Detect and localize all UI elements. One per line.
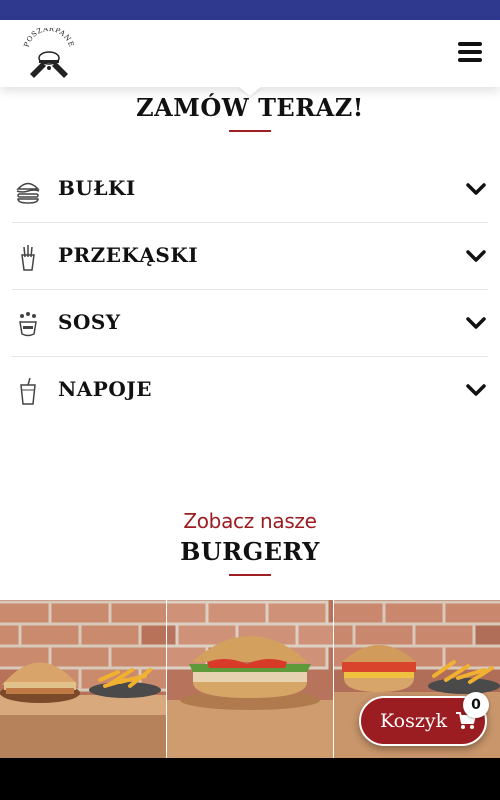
burgers-intro: Zobacz nasze xyxy=(183,509,317,533)
category-list: BUŁKI PRZEKĄSKI SOSY NAPOJE xyxy=(12,156,488,424)
category-row-przekaski[interactable]: PRZEKĄSKI xyxy=(12,223,488,290)
sauce-icon xyxy=(19,312,37,337)
category-label: BUŁKI xyxy=(58,176,136,200)
chevron-down-icon[interactable] xyxy=(466,182,486,196)
navigation-bar xyxy=(0,758,500,800)
fries-icon xyxy=(21,245,35,271)
header-notch xyxy=(238,86,262,96)
burgers-title: BURGERY xyxy=(180,537,320,566)
category-row-napoje[interactable]: NAPOJE xyxy=(12,357,488,424)
category-row-bulki[interactable]: BUŁKI xyxy=(12,156,488,223)
svg-text:POSZARPANE: POSZARPANE xyxy=(23,28,76,48)
burger-photo-image xyxy=(167,600,333,758)
cart-count-badge: 0 xyxy=(463,692,489,718)
category-label: NAPOJE xyxy=(58,377,152,401)
burger-photo-image xyxy=(0,600,166,758)
category-row-sosy[interactable]: SOSY xyxy=(12,290,488,357)
burger-photo[interactable] xyxy=(0,600,166,758)
chevron-down-icon[interactable] xyxy=(466,249,486,263)
site-header: POSZARPANE xyxy=(0,20,500,87)
title-underline xyxy=(229,130,271,132)
drink-cup-icon xyxy=(20,377,36,405)
status-bar xyxy=(0,0,500,20)
site-logo[interactable]: POSZARPANE xyxy=(20,25,78,80)
hamburger-menu-icon[interactable] xyxy=(458,42,482,62)
burger-icon xyxy=(16,182,40,204)
cart-label: Koszyk xyxy=(380,710,448,732)
category-label: PRZEKĄSKI xyxy=(58,243,199,267)
chevron-down-icon[interactable] xyxy=(466,383,486,397)
logo-emblem-icon: POSZARPANE xyxy=(23,25,76,78)
logo-text: POSZARPANE xyxy=(23,25,75,48)
chevron-down-icon[interactable] xyxy=(466,316,486,330)
title-underline xyxy=(229,574,271,576)
order-now-title: ZAMÓW TERAZ! xyxy=(136,93,364,122)
burger-photo[interactable] xyxy=(167,600,333,758)
category-label: SOSY xyxy=(58,310,121,334)
